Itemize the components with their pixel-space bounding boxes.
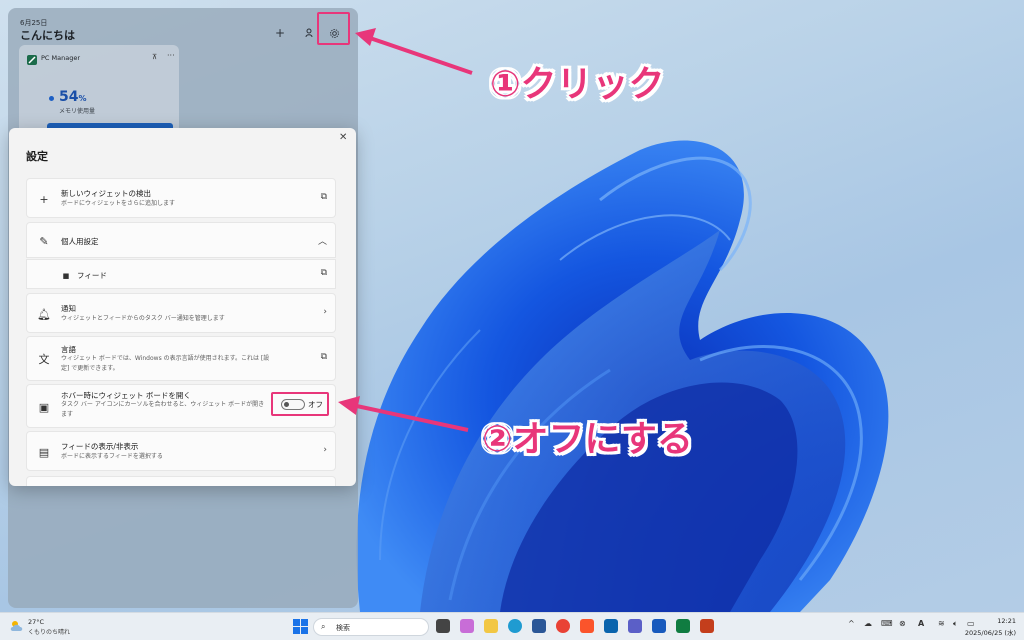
chevron-up-icon: ︿ [317, 237, 327, 247]
weather-description[interactable]: くもりのち晴れ [28, 627, 70, 636]
toggle-highlight-box [271, 392, 329, 416]
bell-icon: 🔔︎ [37, 307, 51, 321]
wifi-icon[interactable]: ≋ [938, 619, 945, 628]
feed-list-icon: ▤ [38, 445, 50, 459]
chevron-up-icon[interactable]: ^ [848, 619, 855, 628]
row-title: 個人用設定 [61, 237, 99, 246]
taskbar-search[interactable]: ⌕ 検索 [313, 618, 429, 636]
row-title: フィードの表示/非表示 [61, 442, 139, 451]
external-link-icon: ⧉ [320, 192, 327, 202]
external-link-icon: ⧉ [320, 352, 327, 362]
feed-icon: ▪ [62, 268, 70, 282]
language-icon: 文 [38, 353, 50, 366]
chevron-right-icon: › [323, 445, 327, 455]
powerpoint-icon[interactable] [700, 619, 714, 633]
settings-dialog: 設定 ✕ + 新しいウィジェットの検出 ボードにウィジェットをさらに追加します … [9, 128, 356, 486]
pin-icon[interactable]: ⊼ [152, 53, 157, 61]
pc-manager-logo-icon [27, 55, 37, 65]
task-view-icon[interactable] [436, 619, 450, 633]
memory-percent: 54% [59, 89, 87, 105]
teams-icon[interactable] [628, 619, 642, 633]
row-subtitle: ボードに表示するフィードを選択する [61, 453, 163, 460]
settings-row-feed[interactable]: ▪ フィード ⧉ [26, 259, 336, 289]
taskbar: 27°C くもりのち晴れ ⌕ 検索 ^ ☁ ⌨ ⊗ A ≋ 🔈︎ ▭ 12:21… [0, 612, 1024, 640]
start-button[interactable] [293, 619, 308, 634]
settings-row-personalization[interactable]: ✎ 個人用設定 ︿ [26, 222, 336, 258]
widget-board-icon: ▣ [38, 400, 50, 414]
row-subtitle: タスク バー アイコンにカーソルを合わせると、ウィジェット ボードが開きます [61, 401, 265, 418]
memory-percent-value: 54 [59, 89, 79, 105]
weather-temperature[interactable]: 27°C [28, 618, 44, 626]
word-icon[interactable] [652, 619, 666, 633]
excel-icon[interactable] [676, 619, 690, 633]
pc-manager-widget[interactable]: PC Manager ⊼ ··· 54% メモリ使用量 ブースト [19, 45, 179, 140]
brave-icon[interactable] [580, 619, 594, 633]
close-icon[interactable]: ✕ [339, 132, 347, 143]
edge-icon[interactable] [508, 619, 522, 633]
keyboard-icon[interactable]: ⌨ [881, 619, 893, 628]
copilot-icon[interactable] [460, 619, 474, 633]
onedrive-icon[interactable]: ☁ [864, 619, 872, 628]
row-subtitle: ボードにウィジェットをさらに追加します [61, 200, 176, 207]
search-icon: ⌕ [321, 622, 326, 631]
widget-board-greeting: こんにちは [20, 29, 75, 42]
cloud-sun-icon[interactable] [9, 619, 25, 633]
row-title: フィード [77, 271, 107, 280]
row-subtitle: ウィジェットとフィードからのタスク バー通知を管理します [61, 315, 225, 322]
annotation-step1: ①クリック [490, 64, 665, 105]
speaker-icon[interactable]: 🔈︎ [953, 619, 958, 629]
pc-manager-title: PC Manager [41, 54, 81, 62]
row-title: 通知 [61, 304, 76, 313]
chrome-icon[interactable] [556, 619, 570, 633]
memory-label: メモリ使用量 [59, 108, 96, 115]
chevron-right-icon: › [323, 307, 327, 317]
settings-row-feed-visibility[interactable]: ▤ フィードの表示/非表示 ボードに表示するフィードを選択する › [26, 431, 336, 471]
settings-row-notifications[interactable]: 🔔︎ 通知 ウィジェットとフィードからのタスク バー通知を管理します › [26, 293, 336, 333]
clock-time[interactable]: 12:21 [988, 617, 1016, 625]
people-icon [305, 28, 313, 38]
settings-row-discover-widgets[interactable]: + 新しいウィジェットの検出 ボードにウィジェットをさらに追加します ⧉ [26, 178, 336, 218]
annotation-step2: ②オフにする [482, 419, 693, 460]
row-title: 新しいウィジェットの検出 [61, 189, 151, 198]
row-subtitle: ウィジェット ボードでは、Windows の表示言語が使用されます。これは [設… [61, 355, 270, 372]
clock-date[interactable]: 2025/06/25 (水) [960, 627, 1016, 637]
file-explorer-icon[interactable] [484, 619, 498, 633]
more-icon[interactable]: ··· [167, 51, 175, 60]
add-widget-button[interactable]: + [269, 22, 291, 44]
external-link-icon: ⧉ [320, 268, 327, 278]
memory-percent-unit: % [78, 94, 87, 103]
search-placeholder: 検索 [336, 624, 350, 632]
settings-row-language[interactable]: 文 言語 ウィジェット ボードでは、Windows の表示言語が使用されます。こ… [26, 336, 336, 381]
store-icon[interactable] [532, 619, 546, 633]
pencil-icon: ✎ [39, 234, 49, 248]
outlook-icon[interactable] [604, 619, 618, 633]
settings-row-partial[interactable] [26, 476, 336, 486]
plus-icon: + [39, 192, 49, 206]
app-tray-icon[interactable]: ⊗ [899, 619, 906, 628]
ime-indicator-icon[interactable]: A [918, 619, 924, 628]
settings-highlight-box [317, 12, 350, 45]
status-dot [49, 96, 54, 101]
dialog-title: 設定 [26, 150, 48, 163]
plus-icon: + [274, 26, 286, 40]
